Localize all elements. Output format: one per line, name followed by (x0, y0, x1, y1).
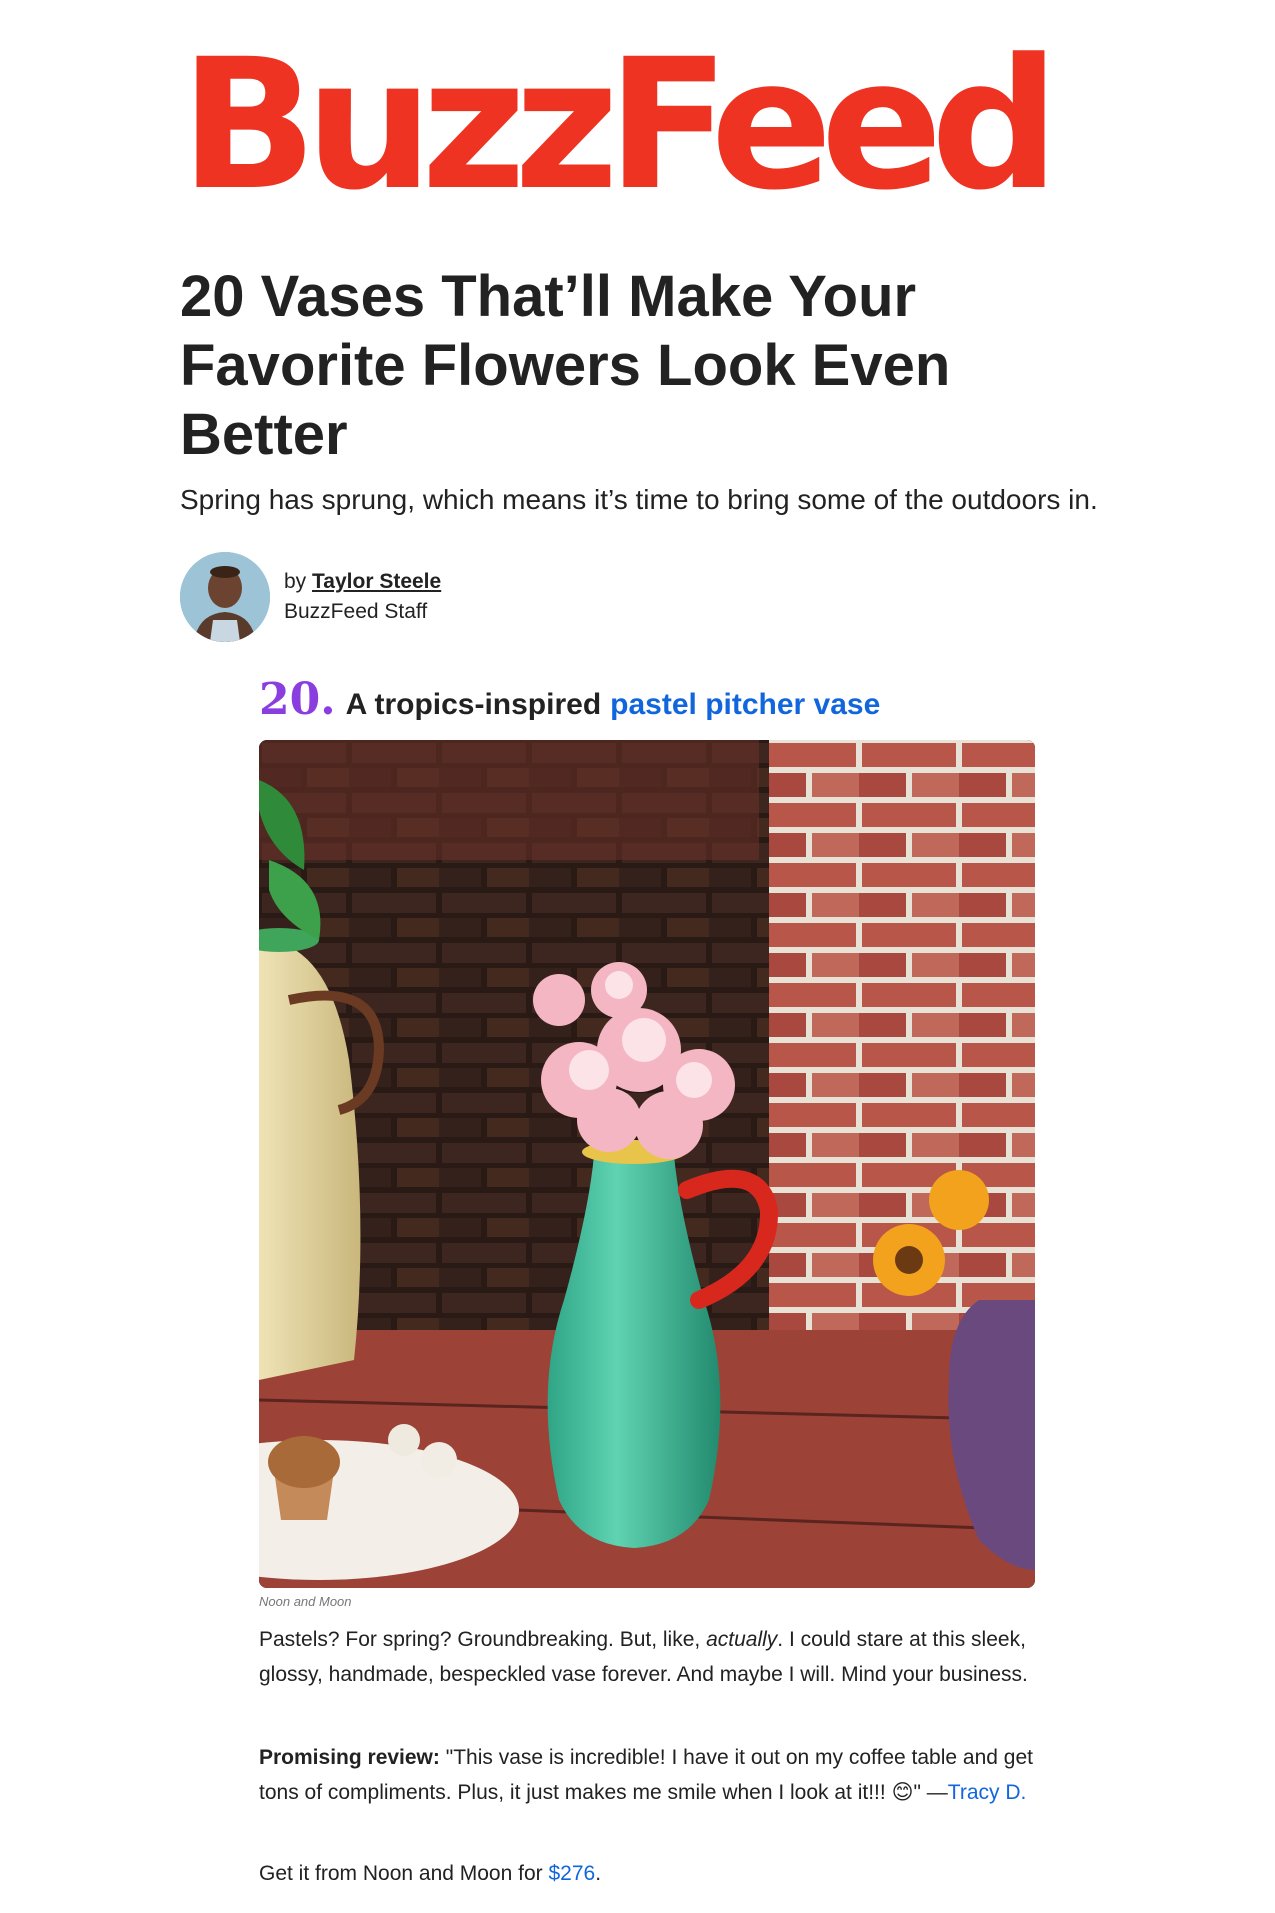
cta-suffix: . (595, 1862, 602, 1885)
reviewer-link[interactable]: Tracy D. (948, 1781, 1027, 1804)
product-image[interactable] (259, 740, 1035, 1588)
cta-prefix: Get it from Noon and Moon for (259, 1862, 543, 1885)
article-dek: Spring has sprung, which means it’s time… (180, 484, 1098, 515)
article-page: BuzzFeed 20 Vases That’ll Make Your Favo… (0, 0, 1275, 1913)
author-avatar[interactable] (180, 552, 270, 642)
image-credit: Noon and Moon (259, 1594, 352, 1609)
article-headline: 20 Vases That’ll Make Your Favorite Flow… (180, 264, 951, 467)
item-number: 20. (259, 674, 336, 725)
purchase-cta: Get it from Noon and Moon for $276. (259, 1856, 1049, 1891)
review-label: Promising review: (259, 1746, 440, 1769)
item-description: Pastels? For spring? Groundbreaking. But… (259, 1622, 1049, 1692)
smile-emoji-icon: 😊 (891, 1781, 914, 1804)
price-link[interactable]: $276 (548, 1862, 595, 1885)
item-heading: 20. A tropics-inspired pastel pitcher va… (259, 676, 880, 729)
byline-prefix: by (284, 570, 307, 593)
author-role: BuzzFeed Staff (284, 600, 428, 623)
product-link[interactable]: pastel pitcher vase (610, 681, 880, 729)
byline: by Taylor Steele BuzzFeed Staff (180, 552, 441, 642)
description-emphasis: actually (706, 1628, 778, 1651)
buzzfeed-logo[interactable]: BuzzFeed (180, 36, 1060, 216)
promising-review: Promising review: "This vase is incredib… (259, 1740, 1049, 1810)
byline-text: by Taylor Steele BuzzFeed Staff (284, 567, 441, 627)
byline-author-line: by Taylor Steele (284, 567, 441, 597)
review-quote-end: " — (913, 1781, 948, 1804)
author-avatar-image (180, 552, 270, 642)
item-title-text: A tropics-inspired (345, 688, 602, 721)
vase-photo (259, 740, 1035, 1588)
description-part1: Pastels? For spring? Groundbreaking. But… (259, 1628, 701, 1651)
author-link[interactable]: Taylor Steele (312, 570, 441, 593)
